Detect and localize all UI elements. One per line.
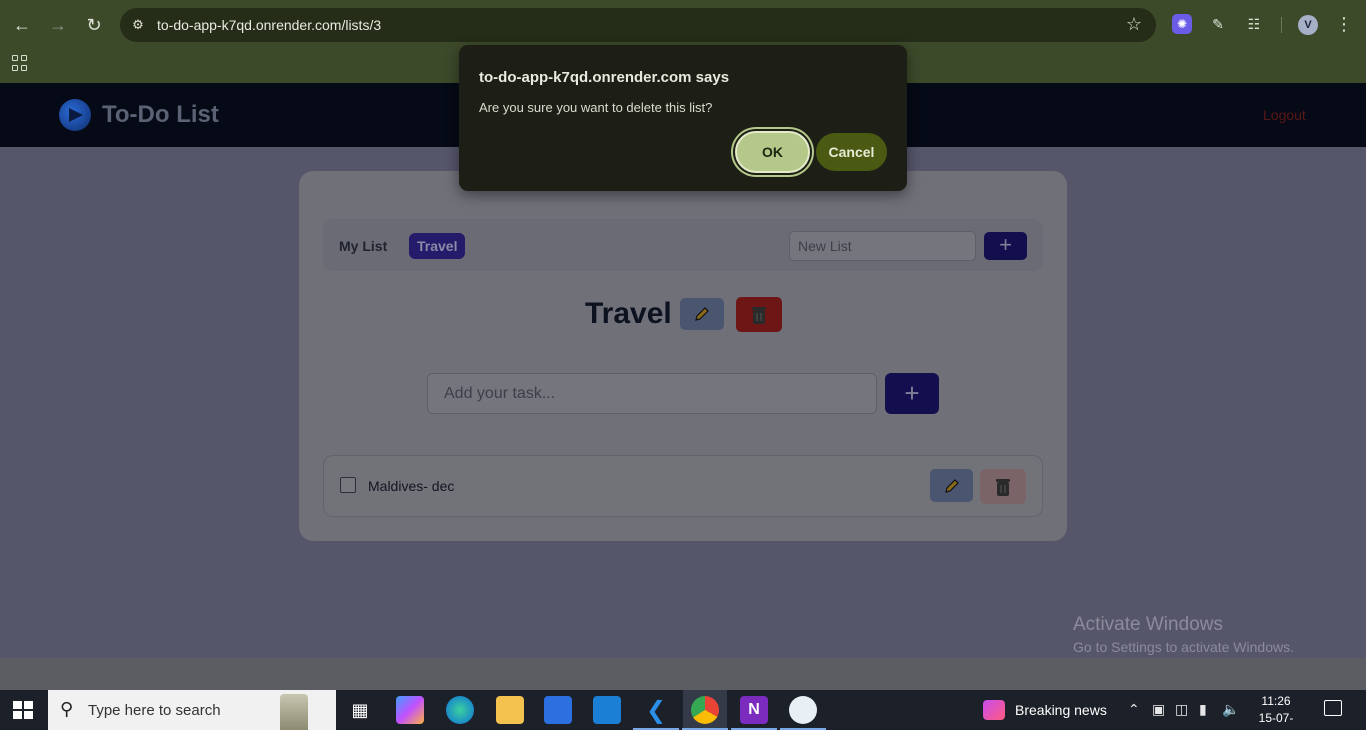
meet-now-icon[interactable]: ▣ — [1152, 701, 1165, 718]
site-info-icon[interactable]: ⚙ — [130, 17, 146, 33]
edit-task-button[interactable] — [930, 469, 973, 502]
news-widget[interactable]: Breaking news — [983, 700, 1107, 720]
extensions-puzzle-icon[interactable]: ☷ — [1244, 14, 1264, 34]
clock-time: 11:26 — [1261, 694, 1291, 708]
brand-logo-icon[interactable] — [59, 99, 91, 131]
address-bar[interactable]: ⚙ to-do-app-k7qd.onrender.com/lists/3 ☆ — [120, 8, 1156, 42]
task-row: Maldives- dec — [323, 455, 1043, 517]
confirm-dialog: to-do-app-k7qd.onrender.com says Are you… — [459, 45, 907, 191]
edge-icon[interactable] — [446, 696, 474, 724]
windows-taskbar: ⚲ Type here to search ▦ ❮ N Breaking new… — [0, 690, 1366, 730]
task-view-icon[interactable]: ▦ — [346, 696, 374, 724]
chevron-up-icon[interactable]: ⌃ — [1128, 701, 1140, 718]
todo-card: My List Travel + Travel + Maldives- dec — [299, 171, 1067, 541]
profile-avatar[interactable]: V — [1298, 15, 1318, 35]
back-icon[interactable]: ← — [8, 11, 36, 39]
taskbar-search[interactable]: ⚲ Type here to search — [48, 690, 336, 730]
edit-list-button[interactable] — [680, 298, 724, 330]
vscode-icon[interactable]: ❮ — [633, 696, 679, 730]
task-input[interactable] — [427, 373, 877, 414]
chrome-icon[interactable] — [682, 696, 728, 730]
windows-start-icon[interactable] — [13, 701, 33, 719]
network-icon[interactable]: ◫ — [1175, 701, 1188, 718]
tab-my-list[interactable]: My List — [339, 233, 387, 259]
tab-travel[interactable]: Travel — [409, 233, 466, 259]
watermark-line1: Activate Windows — [1073, 614, 1223, 635]
task-checkbox[interactable] — [340, 477, 356, 493]
page-bottom-strip — [0, 658, 1366, 690]
toolbar-divider — [1281, 17, 1282, 33]
dialog-title: to-do-app-k7qd.onrender.com says — [479, 69, 730, 86]
logout-link[interactable]: Logout — [1263, 107, 1306, 123]
delete-task-button[interactable] — [980, 469, 1026, 504]
news-text: Breaking news — [1015, 702, 1107, 718]
search-icon: ⚲ — [60, 699, 74, 719]
copilot-icon[interactable] — [396, 696, 424, 724]
apps-grid-icon[interactable] — [12, 55, 28, 71]
pencil-icon — [695, 307, 709, 321]
ok-button[interactable]: OK — [735, 131, 810, 173]
activate-windows-watermark: Activate Windows Go to Settings to activ… — [1073, 614, 1294, 655]
search-highlight-image — [280, 694, 308, 730]
notification-icon[interactable] — [1324, 700, 1342, 716]
clock-date: 15-07-2025 — [1258, 711, 1294, 730]
delete-list-button[interactable] — [736, 297, 782, 332]
list-tabs-bar: My List Travel + — [323, 219, 1043, 271]
pencil-icon — [944, 478, 959, 493]
file-explorer-icon[interactable] — [496, 696, 524, 724]
onenote-icon[interactable]: N — [731, 696, 777, 730]
extension-purple-icon[interactable]: ✺ — [1172, 14, 1192, 34]
trash-icon — [752, 306, 766, 324]
microsoft-store-icon[interactable] — [544, 696, 572, 724]
browser-toolbar: ← → ↻ ⚙ to-do-app-k7qd.onrender.com/list… — [0, 0, 1366, 50]
watermark-line2: Go to Settings to activate Windows. — [1073, 639, 1294, 655]
trash-icon — [996, 478, 1010, 496]
mail-icon[interactable] — [593, 696, 621, 724]
volume-icon[interactable]: 🔈 — [1222, 701, 1239, 718]
taskbar-clock[interactable]: 11:26 15-07-2025 — [1248, 693, 1304, 730]
news-icon — [983, 700, 1005, 720]
brand-title[interactable]: To-Do List — [102, 101, 219, 129]
add-task-button[interactable]: + — [885, 373, 939, 414]
reload-icon[interactable]: ↻ — [80, 11, 108, 39]
new-list-input[interactable] — [789, 231, 976, 261]
cancel-button[interactable]: Cancel — [816, 133, 887, 171]
extension-pen-icon[interactable]: ✎ — [1208, 14, 1228, 34]
app-icon[interactable] — [780, 696, 826, 730]
battery-icon[interactable]: ▮ — [1199, 701, 1207, 718]
browser-menu-icon[interactable]: ⋮ — [1334, 14, 1354, 34]
taskbar-search-placeholder: Type here to search — [88, 702, 221, 719]
bookmark-star-icon[interactable]: ☆ — [1126, 14, 1142, 35]
dialog-message: Are you sure you want to delete this lis… — [479, 100, 713, 115]
task-text: Maldives- dec — [368, 478, 455, 494]
add-list-button[interactable]: + — [984, 232, 1027, 260]
list-title: Travel — [585, 297, 672, 330]
forward-icon[interactable]: → — [44, 11, 72, 39]
address-url[interactable]: to-do-app-k7qd.onrender.com/lists/3 — [157, 17, 381, 33]
